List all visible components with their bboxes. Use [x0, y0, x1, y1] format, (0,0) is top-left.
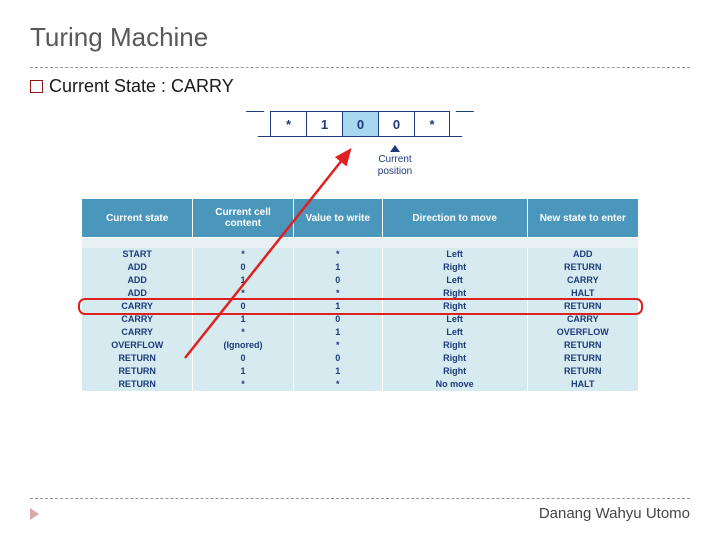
table-cell: 0	[193, 300, 293, 313]
table-cell: 1	[293, 261, 382, 274]
table-row: RETURN11RightRETURN	[82, 365, 639, 378]
table-row: RETURN00RightRETURN	[82, 352, 639, 365]
table-cell: No move	[382, 378, 527, 391]
table-cell: *	[193, 287, 293, 300]
table-cell: RETURN	[527, 300, 638, 313]
transition-table: Current state Current cell content Value…	[81, 198, 639, 391]
bullet-icon	[30, 80, 43, 93]
table-cell: RETURN	[527, 339, 638, 352]
table-row: CARRY01RightRETURN	[82, 300, 639, 313]
table-cell: RETURN	[82, 365, 193, 378]
table-body: START**LeftADDADD01RightRETURNADD10LeftC…	[82, 238, 639, 391]
table-cell: 0	[293, 352, 382, 365]
table-cell: 0	[193, 352, 293, 365]
footer-divider	[30, 498, 690, 499]
table-cell: RETURN	[527, 365, 638, 378]
table-cell: 1	[193, 365, 293, 378]
table-row: RETURN**No moveHALT	[82, 378, 639, 391]
table-row: ADD**RightHALT	[82, 287, 639, 300]
table-row: START**LeftADD	[82, 248, 639, 261]
table-cell: *	[293, 248, 382, 261]
state-line: Current State : CARRY	[0, 68, 720, 97]
table-row: CARRY10LeftCARRY	[82, 313, 639, 326]
th-write: Value to write	[293, 199, 382, 238]
page-title: Turing Machine	[30, 22, 690, 53]
tape-cell: 1	[306, 111, 342, 137]
table-header: Current state Current cell content Value…	[82, 199, 639, 238]
table-cell: Left	[382, 326, 527, 339]
footer-arrow-icon	[30, 508, 39, 520]
table-cell: START	[82, 248, 193, 261]
current-pos-l1: Current	[378, 154, 411, 165]
tape-cell: 0	[342, 111, 378, 137]
table-cell: OVERFLOW	[527, 326, 638, 339]
table-cell: ADD	[82, 274, 193, 287]
footer-author: Danang Wahyu Utomo	[539, 505, 690, 522]
current-pos-l2: position	[378, 166, 412, 177]
table-cell: CARRY	[82, 300, 193, 313]
table-cell: Right	[382, 300, 527, 313]
table-row: OVERFLOW(Ignored)*RightRETURN	[82, 339, 639, 352]
table-cell: 1	[293, 326, 382, 339]
table-cell: OVERFLOW	[82, 339, 193, 352]
th-new: New state to enter	[527, 199, 638, 238]
table-cell: ADD	[527, 248, 638, 261]
table-cell: HALT	[527, 287, 638, 300]
table-cell: CARRY	[527, 313, 638, 326]
table-cell: *	[193, 378, 293, 391]
table-cell: 1	[293, 300, 382, 313]
table-cell: RETURN	[82, 378, 193, 391]
table-cell: *	[293, 339, 382, 352]
table-cell: CARRY	[82, 326, 193, 339]
table-cell: 1	[293, 365, 382, 378]
table-cell: Right	[382, 352, 527, 365]
table-cell: *	[293, 287, 382, 300]
th-dir: Direction to move	[382, 199, 527, 238]
table-cell: 0	[293, 313, 382, 326]
table-cell: RETURN	[527, 352, 638, 365]
table-cell: *	[293, 378, 382, 391]
table-cell: Left	[382, 274, 527, 287]
th-content: Current cell content	[193, 199, 293, 238]
table-cell: 0	[193, 261, 293, 274]
table-row: CARRY*1LeftOVERFLOW	[82, 326, 639, 339]
table-cell: RETURN	[82, 352, 193, 365]
table-cell: *	[193, 326, 293, 339]
table-cell: (Ignored)	[193, 339, 293, 352]
table-cell: Left	[382, 248, 527, 261]
table-cell: 1	[193, 313, 293, 326]
table-cell: Right	[382, 287, 527, 300]
table-cell: RETURN	[527, 261, 638, 274]
footer: Danang Wahyu Utomo	[30, 498, 690, 522]
tape-cell: *	[270, 111, 306, 137]
tape-cell: 0	[378, 111, 414, 137]
table-cell: CARRY	[527, 274, 638, 287]
table-cell: 0	[293, 274, 382, 287]
table-cell: Left	[382, 313, 527, 326]
current-position-label: Current position	[70, 145, 720, 178]
table-cell: ADD	[82, 261, 193, 274]
table-cell: Right	[382, 365, 527, 378]
table-row: ADD10LeftCARRY	[82, 274, 639, 287]
table-cell: ADD	[82, 287, 193, 300]
state-text: Current State : CARRY	[49, 76, 234, 97]
table-cell: HALT	[527, 378, 638, 391]
tape: *100*	[0, 111, 720, 137]
table-cell: 1	[193, 274, 293, 287]
up-arrow-icon	[390, 145, 400, 152]
table-cell: CARRY	[82, 313, 193, 326]
table-cell: Right	[382, 261, 527, 274]
table-cell: *	[193, 248, 293, 261]
table-cell: Right	[382, 339, 527, 352]
table-row: ADD01RightRETURN	[82, 261, 639, 274]
th-state: Current state	[82, 199, 193, 238]
